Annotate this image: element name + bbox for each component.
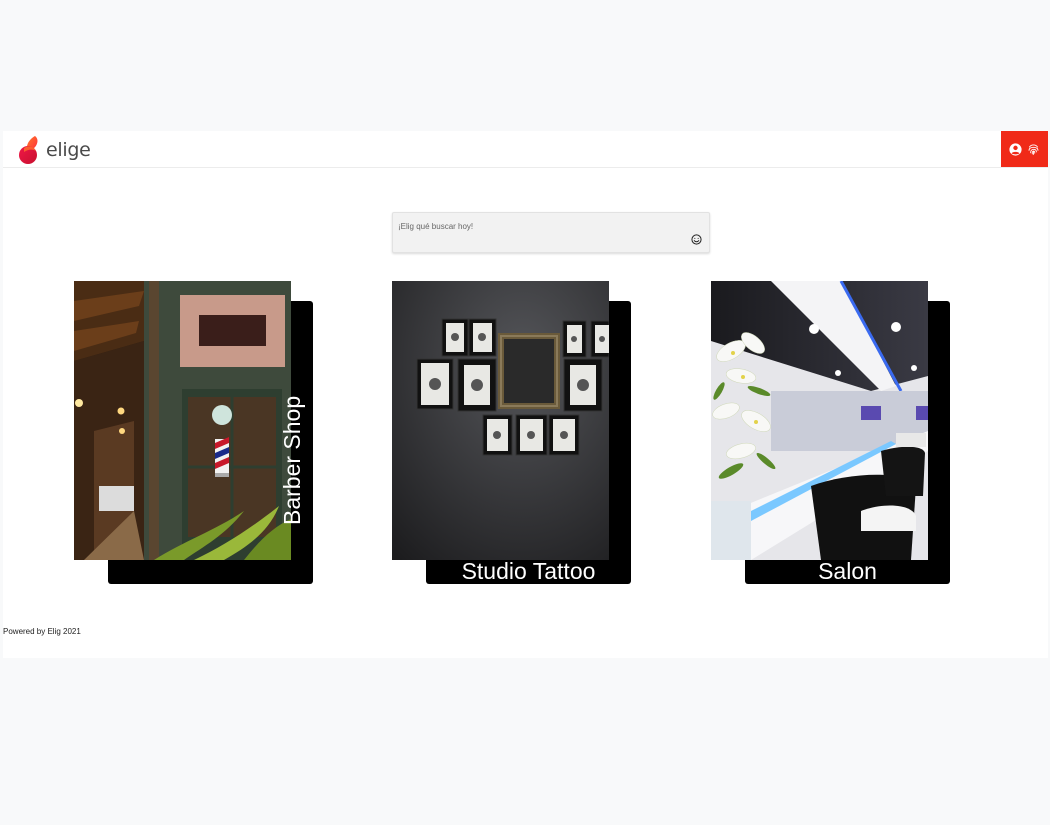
search-input[interactable] xyxy=(393,213,709,252)
elige-logo-icon xyxy=(19,135,38,164)
user-circle-icon[interactable] xyxy=(1009,142,1022,156)
footer-text: Powered by Elig 2021 xyxy=(3,627,81,636)
app-container: elige ¡Elig qué buscar hoy! Barber Shop … xyxy=(3,131,1048,658)
nav-actions xyxy=(1001,131,1048,167)
category-card-barber-shop[interactable]: Barber Shop xyxy=(74,281,314,585)
brand-name: elige xyxy=(46,138,91,161)
top-navbar: elige xyxy=(3,131,1048,168)
studio-tattoo-image xyxy=(392,281,609,560)
category-label: Salon xyxy=(818,558,877,584)
category-label: Barber Shop xyxy=(279,395,305,525)
salon-image xyxy=(711,281,928,560)
brand-logo[interactable]: elige xyxy=(16,134,91,165)
category-card-salon[interactable]: Salon xyxy=(711,281,951,585)
category-label: Studio Tattoo xyxy=(461,558,596,584)
smiley-icon[interactable] xyxy=(691,234,702,245)
search-box xyxy=(392,212,710,253)
fingerprint-icon[interactable] xyxy=(1027,143,1040,156)
barber-shop-image xyxy=(74,281,291,560)
category-card-studio-tattoo[interactable]: Studio Tattoo xyxy=(392,281,632,585)
